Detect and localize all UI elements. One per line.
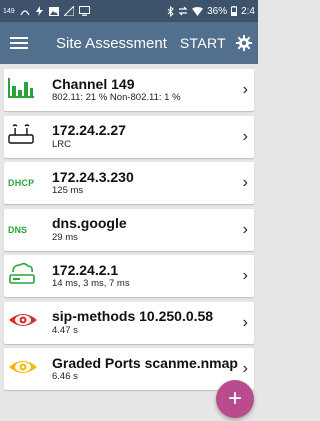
card-sip-methods[interactable]: sip-methods 10.250.0.58 4.47 s › xyxy=(4,301,254,344)
card-gateway[interactable]: 172.24.2.1 14 ms, 3 ms, 7 ms › xyxy=(4,255,254,297)
clock: 2:4 xyxy=(241,5,255,17)
bolt-icon xyxy=(35,6,44,16)
chevron-right-icon: › xyxy=(242,313,248,331)
card-subtitle: 4.47 s xyxy=(52,324,78,336)
signal-vpn-icon xyxy=(63,6,74,16)
signal-bars-icon xyxy=(8,77,34,103)
card-subtitle: 802.11: 21 % Non-802.11: 1 % xyxy=(52,92,181,104)
image-icon xyxy=(48,6,59,16)
add-button[interactable]: + xyxy=(216,380,254,418)
card-graded-ports[interactable]: Graded Ports scanme.nmap 6.46 s › xyxy=(4,348,254,390)
battery-percent: 36% xyxy=(207,5,228,17)
eye-red-icon xyxy=(8,312,38,333)
card-title: sip-methods 10.250.0.58 xyxy=(52,308,214,325)
chevron-right-icon: › xyxy=(242,81,248,98)
card-subtitle: LRC xyxy=(52,138,72,150)
card-subtitle: 125 ms xyxy=(52,185,84,197)
wifi-analyzer-icon xyxy=(20,6,30,16)
chevron-right-icon: › xyxy=(242,127,248,145)
channel-badge-icon: 149 xyxy=(3,8,15,15)
bluetooth-icon xyxy=(167,5,174,17)
channel-badge-text: 149 xyxy=(3,7,15,15)
card-title: 172.24.2.27 xyxy=(52,122,126,139)
menu-icon[interactable] xyxy=(10,37,28,49)
router-icon xyxy=(8,123,34,150)
chevron-right-icon: › xyxy=(242,174,248,191)
card-dns[interactable]: DNS dns.google 29 ms › xyxy=(4,208,254,251)
app-bar: Site Assessment START xyxy=(0,22,258,64)
card-title: Channel 149 xyxy=(52,75,135,92)
card-subtitle: 14 ms, 3 ms, 7 ms xyxy=(52,278,130,290)
start-button[interactable]: START xyxy=(180,35,226,51)
test-list: Channel 149 802.11: 21 % Non-802.11: 1 %… xyxy=(0,64,258,390)
chevron-right-icon: › xyxy=(242,220,248,238)
status-bar: 149 36% 2:4 xyxy=(0,0,258,22)
card-title: Graded Ports scanme.nmap xyxy=(52,354,238,371)
screen-icon xyxy=(78,6,90,16)
chevron-right-icon: › xyxy=(242,360,248,377)
page-title: Site Assessment xyxy=(56,34,167,52)
card-dhcp[interactable]: DHCP 172.24.3.230 125 ms › xyxy=(4,162,254,204)
card-title: 172.24.2.1 xyxy=(52,261,119,278)
wifi-icon xyxy=(192,6,204,16)
gateway-icon xyxy=(8,262,36,291)
dhcp-icon: DHCP xyxy=(8,178,35,188)
card-title: dns.google xyxy=(52,215,127,232)
card-subtitle: 29 ms xyxy=(52,231,78,243)
eye-yellow-icon xyxy=(8,359,38,380)
card-channel[interactable]: Channel 149 802.11: 21 % Non-802.11: 1 %… xyxy=(4,69,254,111)
gear-icon[interactable] xyxy=(236,35,252,51)
chevron-right-icon: › xyxy=(242,267,248,284)
card-title: 172.24.3.230 xyxy=(52,168,134,185)
card-router[interactable]: 172.24.2.27 LRC › xyxy=(4,115,254,158)
dns-icon: DNS xyxy=(8,224,28,235)
card-subtitle: 6.46 s xyxy=(52,371,78,383)
plus-icon: + xyxy=(227,385,242,412)
battery-icon xyxy=(231,6,238,16)
data-sync-icon xyxy=(178,6,188,16)
